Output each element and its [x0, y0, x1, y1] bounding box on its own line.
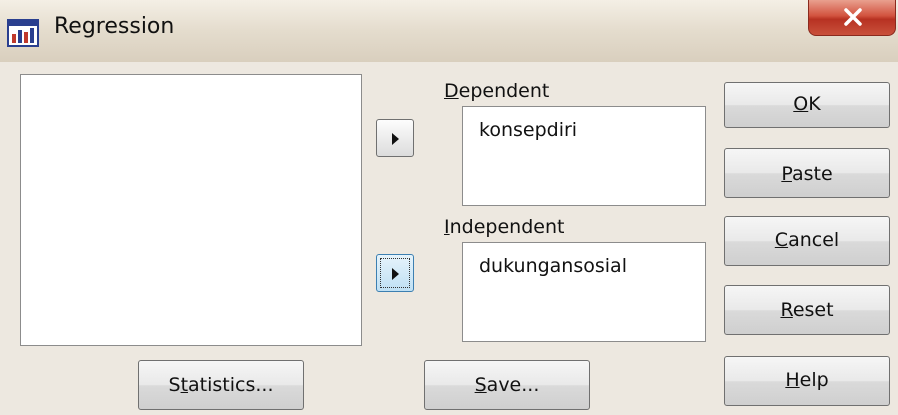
statistics-button[interactable]: Statistics...	[138, 360, 304, 410]
independent-field[interactable]: dukungansosial	[462, 242, 706, 342]
paste-button[interactable]: Paste	[724, 148, 890, 198]
title-bar[interactable]: Regression	[0, 0, 898, 63]
cancel-button[interactable]: Cancel	[724, 216, 890, 266]
ok-button[interactable]: OK	[724, 82, 890, 128]
save-button[interactable]: Save...	[424, 360, 590, 410]
help-button[interactable]: Help	[724, 356, 890, 406]
window-title: Regression	[54, 14, 175, 39]
move-to-dependent-button[interactable]	[376, 119, 414, 157]
dependent-value[interactable]: konsepdiri	[479, 119, 577, 141]
independent-value[interactable]: dukungansosial	[479, 255, 627, 277]
independent-label: Independent	[444, 216, 565, 238]
move-to-independent-button[interactable]	[376, 254, 414, 292]
close-button[interactable]	[808, 0, 896, 36]
right-arrow-icon	[392, 268, 399, 280]
reset-button[interactable]: Reset	[724, 285, 890, 335]
variable-list[interactable]	[20, 74, 362, 346]
dependent-label: Dependent	[444, 80, 550, 102]
right-arrow-icon	[392, 133, 399, 145]
dependent-field[interactable]: konsepdiri	[462, 106, 706, 206]
close-icon	[844, 8, 862, 26]
spss-app-icon	[7, 19, 39, 47]
